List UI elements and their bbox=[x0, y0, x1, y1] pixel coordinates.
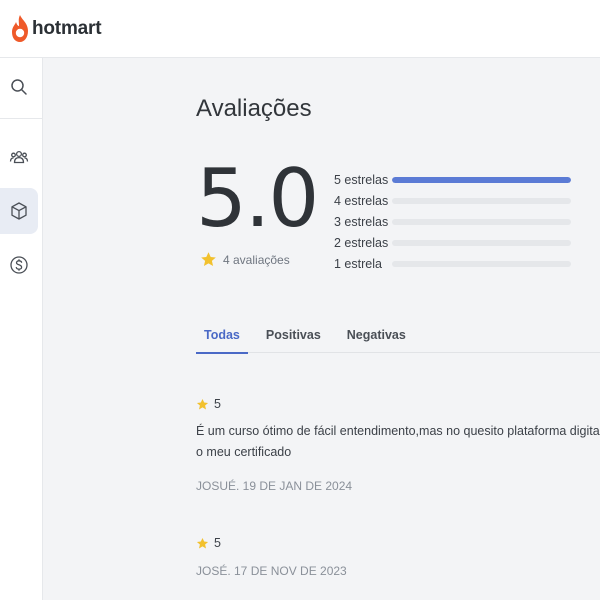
rating-row: 2 estrelas bbox=[334, 232, 571, 253]
sidebar-divider bbox=[0, 118, 43, 119]
sidebar-item-products[interactable] bbox=[0, 188, 38, 234]
rating-bar-track bbox=[392, 260, 571, 267]
review-rating-value: 5 bbox=[214, 536, 221, 550]
rating-label: 2 estrelas bbox=[334, 235, 389, 250]
review-item: 5 JOSÉ. 17 DE NOV DE 2023 bbox=[196, 536, 600, 578]
flame-icon bbox=[12, 14, 28, 42]
star-icon bbox=[201, 252, 216, 266]
star-icon bbox=[196, 398, 209, 409]
dollar-icon bbox=[10, 256, 28, 274]
sidebar-item-search[interactable] bbox=[0, 64, 38, 110]
sidebar bbox=[0, 58, 43, 600]
review-rating: 5 bbox=[196, 397, 600, 411]
review-author-date: JOSUÉ. 19 DE JAN DE 2024 bbox=[196, 479, 353, 493]
rating-row: 1 estrela bbox=[334, 253, 571, 274]
box-icon bbox=[11, 202, 27, 220]
review-text-line: o meu certificado bbox=[196, 445, 292, 459]
review-tabs: Todas Positivas Negativas bbox=[196, 317, 600, 354]
sidebar-item-users[interactable] bbox=[0, 134, 38, 180]
logo-text: hotmart bbox=[32, 17, 102, 39]
search-icon bbox=[11, 79, 27, 95]
rating-bar-track bbox=[392, 197, 571, 204]
rating-label: 3 estrelas bbox=[334, 214, 389, 229]
average-score: 5.0 bbox=[196, 152, 319, 245]
tab-positivas[interactable]: Positivas bbox=[258, 317, 329, 353]
rating-bar-track bbox=[392, 176, 571, 183]
review-rating-value: 5 bbox=[214, 397, 221, 411]
rating-row: 4 estrelas bbox=[334, 190, 571, 211]
rating-distribution: 5 estrelas 4 estrelas 3 estrelas 2 estre… bbox=[334, 169, 571, 274]
tab-todas[interactable]: Todas bbox=[196, 317, 248, 354]
main-content: Avaliações 5.0 4 avaliações 5 estrelas 4… bbox=[44, 59, 600, 600]
sidebar-item-sales[interactable] bbox=[0, 242, 38, 288]
rating-label: 4 estrelas bbox=[334, 193, 389, 208]
rating-label: 5 estrelas bbox=[334, 172, 389, 187]
hotmart-logo[interactable]: hotmart bbox=[10, 14, 102, 44]
review-author-date: JOSÉ. 17 DE NOV DE 2023 bbox=[196, 564, 347, 578]
rating-row: 5 estrelas bbox=[334, 169, 571, 190]
page-title: Avaliações bbox=[196, 95, 312, 122]
review-count-label: 4 avaliações bbox=[223, 252, 290, 267]
review-rating: 5 bbox=[196, 536, 600, 550]
tab-negativas[interactable]: Negativas bbox=[339, 317, 414, 353]
rating-bar-track bbox=[392, 239, 571, 246]
users-icon bbox=[9, 150, 29, 164]
top-bar: hotmart bbox=[0, 0, 600, 58]
rating-row: 3 estrelas bbox=[334, 211, 571, 232]
star-icon bbox=[196, 537, 209, 548]
review-text: É um curso ótimo de fácil entendimento,m… bbox=[196, 421, 600, 463]
review-item: 5 É um curso ótimo de fácil entendimento… bbox=[196, 397, 600, 493]
review-text-line: É um curso ótimo de fácil entendimento,m… bbox=[196, 424, 600, 438]
rating-label: 1 estrela bbox=[334, 256, 382, 271]
review-count: 4 avaliações bbox=[200, 251, 290, 268]
rating-bar-fill bbox=[392, 176, 571, 183]
rating-bar-track bbox=[392, 218, 571, 225]
